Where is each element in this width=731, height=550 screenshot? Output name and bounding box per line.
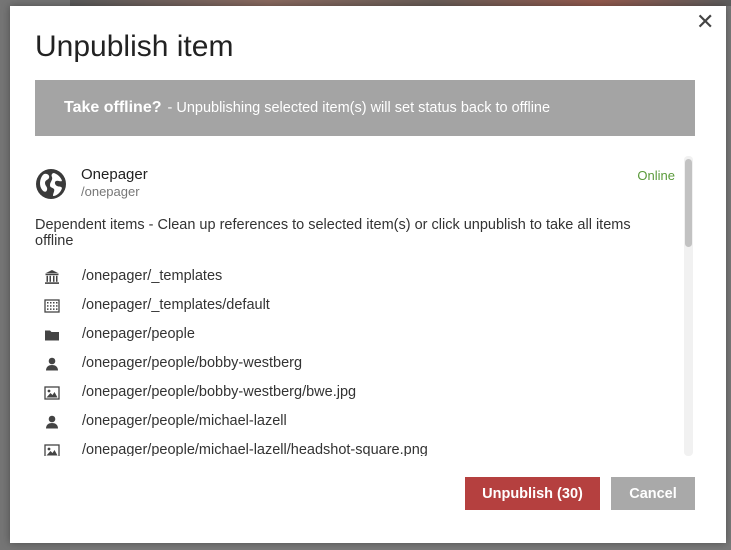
list-item: /onepager/people <box>35 321 675 350</box>
dependent-item-path: /onepager/people/michael-lazell <box>82 413 287 429</box>
list-item: /onepager/people/michael-lazell/headshot… <box>35 437 675 456</box>
image-icon <box>44 444 60 456</box>
globe-icon <box>36 169 66 199</box>
main-item: Onepager /onepager Online <box>35 162 675 199</box>
unpublish-button[interactable]: Unpublish (30) <box>465 477 600 510</box>
banner-text: - Unpublishing selected item(s) will set… <box>167 100 551 116</box>
status-badge: Online <box>637 168 675 183</box>
dependent-item-path: /onepager/_templates <box>82 268 223 284</box>
banner-heading: Take offline? <box>64 99 162 116</box>
dependent-items-note: Dependent items - Clean up references to… <box>35 217 631 249</box>
list-item: /onepager/people/bobby-westberg/bwe.jpg <box>35 379 675 408</box>
info-banner: Take offline? - Unpublishing selected it… <box>35 80 695 136</box>
dependent-item-path: /onepager/people/bobby-westberg <box>82 355 303 371</box>
list-item: /onepager/people/bobby-westberg <box>35 350 675 379</box>
main-item-name: Onepager <box>81 166 148 183</box>
image-icon <box>44 386 60 400</box>
cancel-button[interactable]: Cancel <box>611 477 695 510</box>
dependent-item-path: /onepager/_templates/default <box>82 297 270 313</box>
person-icon <box>46 357 58 371</box>
list-item: /onepager/_templates/default <box>35 292 675 321</box>
main-item-path: /onepager <box>81 184 140 199</box>
folder-icon <box>45 330 59 341</box>
close-icon[interactable]: ✕ <box>696 12 714 34</box>
list-item: /onepager/people/michael-lazell <box>35 408 675 437</box>
dependent-items-list: /onepager/_templates /onepager/_template… <box>35 263 675 456</box>
dependent-item-path: /onepager/people/bobby-westberg/bwe.jpg <box>82 384 357 400</box>
dependent-item-path: /onepager/people <box>82 326 195 342</box>
dependent-item-path: /onepager/people/michael-lazell/headshot… <box>82 442 428 456</box>
dialog-title: Unpublish item <box>35 30 234 63</box>
scrollbar-thumb[interactable] <box>685 159 692 247</box>
list-item: /onepager/_templates <box>35 263 675 292</box>
person-icon <box>46 415 58 429</box>
bank-icon <box>45 270 59 284</box>
unpublish-dialog: ✕ Unpublish item Take offline? - Unpubli… <box>10 6 726 543</box>
template-grid-icon <box>44 299 60 313</box>
items-scroll-area[interactable]: Onepager /onepager Online Dependent item… <box>35 156 695 456</box>
